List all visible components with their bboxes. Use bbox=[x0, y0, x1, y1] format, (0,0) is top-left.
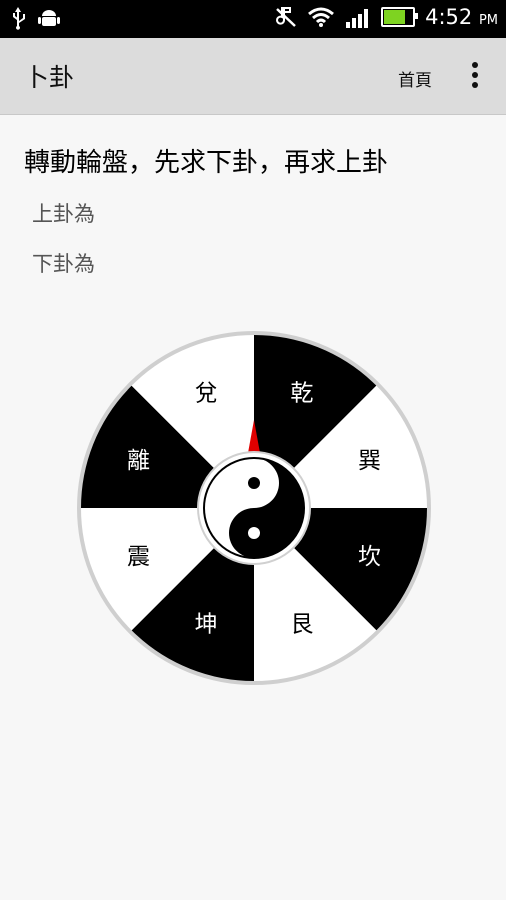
status-bar: 4:52 PM bbox=[0, 0, 506, 38]
action-bar: 卜卦 首頁 bbox=[0, 38, 506, 115]
wheel-segment-label: 艮 bbox=[290, 611, 313, 637]
wheel-segment-label: 兌 bbox=[195, 381, 218, 407]
status-left-icons bbox=[10, 6, 60, 30]
home-button[interactable]: 首頁 bbox=[398, 66, 432, 91]
lower-trigram-label: 下卦為 bbox=[32, 252, 95, 276]
clock: 4:52 PM bbox=[425, 5, 498, 29]
mute-icon bbox=[276, 7, 296, 27]
app-title: 卜卦 bbox=[24, 63, 75, 92]
clock-ampm: PM bbox=[478, 13, 498, 28]
upper-trigram-label: 上卦為 bbox=[32, 202, 95, 226]
wheel-segment-label: 坤 bbox=[195, 611, 218, 637]
battery-level bbox=[384, 10, 406, 24]
wifi-icon bbox=[308, 7, 335, 27]
wheel-segment-label: 乾 bbox=[290, 381, 313, 407]
wheel-segment-label: 離 bbox=[127, 448, 150, 474]
battery-charging-icon bbox=[381, 7, 419, 27]
yin-yang-icon bbox=[197, 451, 311, 565]
clock-time: 4:52 bbox=[425, 5, 473, 29]
overflow-menu-icon[interactable] bbox=[466, 62, 484, 92]
wheel-segment-label: 坎 bbox=[358, 544, 381, 570]
instruction-text: 轉動輪盤，先求下卦，再求上卦 bbox=[24, 148, 389, 178]
android-debug-icon bbox=[38, 10, 60, 26]
trigram-wheel[interactable]: 乾巽坎艮 坤 震 離 兌 bbox=[76, 330, 432, 686]
signal-icon bbox=[346, 9, 369, 28]
wheel-segment-label: 巽 bbox=[358, 448, 381, 474]
wheel-segment-label: 震 bbox=[127, 544, 150, 570]
usb-icon bbox=[13, 7, 25, 30]
status-right-icons: 4:52 PM bbox=[275, 5, 498, 29]
